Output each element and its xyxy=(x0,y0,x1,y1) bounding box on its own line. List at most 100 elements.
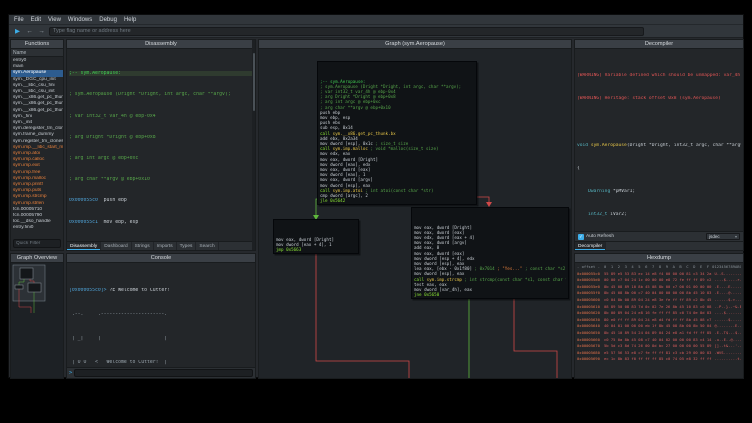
disassembly-line[interactable]: 0x000055c1 mov ebp, esp xyxy=(69,220,253,225)
console-line: | O O < Welcome to Cutter! | xyxy=(69,360,253,366)
disassembly-panel-title: Disassembly xyxy=(67,40,255,49)
decompiler-line[interactable]: [WARNING] Heritage: stack offset 0x8 (sy… xyxy=(577,96,741,102)
function-list-item[interactable]: sym.__x86.get_pc_thunk.bx xyxy=(11,101,63,107)
console-line: .--. .----------------------. xyxy=(69,312,253,318)
functions-name-column-header[interactable]: Name xyxy=(11,49,63,57)
menu-item[interactable]: Debug xyxy=(99,17,117,23)
hexdump-row[interactable]: 0x000055f0 8b 45 08 8b 00 c7 40 04 00 00… xyxy=(577,290,741,297)
decompiler-tab-bar: Decompiler xyxy=(575,241,743,250)
graph-overview-minimap xyxy=(11,263,63,378)
dock-tab[interactable]: Imports xyxy=(154,242,177,250)
hexdump-row[interactable]: 0x00005600 c0 04 8b 00 89 04 24 e8 3e fe… xyxy=(577,297,741,304)
hexdump-row[interactable]: 0x000055e0 8b 45 08 89 10 8b 45 08 8b 00… xyxy=(577,284,741,291)
decompiler-engine-value: jsdec xyxy=(709,234,720,239)
graph-node-true-branch[interactable]: mov eax, dword [Dright]mov dword [eax + … xyxy=(273,219,359,254)
graph-panel: Graph (sym.Aeropause) ;-- sym.Aeropause:… xyxy=(258,39,572,379)
decompiler-line[interactable]: Dwarning *pMVar1; xyxy=(577,189,741,195)
function-list-item[interactable]: entry.fini0 xyxy=(11,225,63,231)
hexdump-header-row: - offset - 0 1 2 3 4 5 6 7 8 9 A B C D E… xyxy=(577,264,741,271)
hexdump-row[interactable]: 0x00005680 e5 57 56 53 e8 c7 fe ff ff 81… xyxy=(577,350,741,357)
decompiler-line[interactable]: { xyxy=(577,166,741,172)
scrollbar-thumb[interactable] xyxy=(253,53,255,112)
functions-panel: Functions Name entry0mainsym.Aeropausesy… xyxy=(10,39,64,251)
graph-overview-panel: Graph Overview xyxy=(10,253,64,379)
hexdump-row[interactable]: 0x00005670 5b 5d c3 8d 74 26 00 8d bc 27… xyxy=(577,343,741,350)
decompiler-tab[interactable]: Decompiler xyxy=(575,242,606,250)
function-list-item[interactable]: sym.register_tm_clones xyxy=(11,139,63,145)
address-search-input[interactable] xyxy=(49,27,644,36)
disassembly-line[interactable]: ; arg Dright *Dright @ ebp+0x8 xyxy=(69,135,253,140)
console-panel: Console [0x000055c0]> ?E Welcome to Cutt… xyxy=(66,253,256,379)
graph-node-line: jle 0x5642 xyxy=(320,198,474,203)
back-arrow-icon[interactable]: ← xyxy=(25,27,34,36)
auto-refresh-checkbox[interactable]: ✓ xyxy=(578,234,584,240)
hexdump-row[interactable]: 0x00005690 ec 1c 8b 83 f0 ff ff ff 85 c0… xyxy=(577,356,741,363)
disassembly-line[interactable]: ; var int32_t var_4h @ ebp-0x4 xyxy=(69,114,253,119)
disassembly-line[interactable]: 0x000055c0 push ebp xyxy=(69,198,253,203)
desktop: File Edit View Windows Debug Help ▶ ← → Funct… xyxy=(0,0,752,423)
console-prompt: > xyxy=(69,370,72,376)
chevron-down-icon: ▾ xyxy=(735,234,737,239)
decompiler-code-view[interactable]: [WARNING] Variable defined which should … xyxy=(575,49,743,231)
decompiler-line[interactable] xyxy=(577,120,741,126)
functions-list: entry0mainsym.Aeropausesym._DGC_cpu_init… xyxy=(11,57,63,237)
menu-item[interactable]: Edit xyxy=(31,17,41,23)
hexdump-row[interactable]: 0x000055d0 00 00 c7 04 24 1c 00 00 00 e8… xyxy=(577,277,741,284)
continue-icon[interactable]: ▶ xyxy=(13,27,22,36)
graph-node-entry[interactable]: ;-- sym.Aeropause:; sym.Aeropause (Drigh… xyxy=(317,61,477,205)
console-input-row: > xyxy=(67,367,255,378)
decompiler-engine-select[interactable]: jsdec ▾ xyxy=(706,233,740,240)
toolbar: ▶ ← → xyxy=(9,25,743,38)
dock-tab[interactable]: Search xyxy=(196,242,218,250)
decompiler-line[interactable]: int32_t iVar2; xyxy=(577,212,741,218)
dock-tab[interactable]: Types xyxy=(177,242,197,250)
menu-item[interactable]: Windows xyxy=(68,17,92,23)
menu-item[interactable]: View xyxy=(48,17,61,23)
dock-area: Functions Name entry0mainsym.Aeropausesy… xyxy=(9,38,743,377)
menu-item[interactable]: File xyxy=(14,17,24,23)
disassembly-line[interactable]: ;-- sym.Aeropause: xyxy=(69,71,253,76)
decompiler-panel-title: Decompiler xyxy=(575,40,743,49)
disassembly-panel: Disassembly ;-- sym.Aeropause: ; sym.Aer… xyxy=(66,39,256,251)
hexdump-row[interactable]: 0x00005650 8b 45 10 89 54 24 04 89 04 24… xyxy=(577,330,741,337)
dock-tab[interactable]: Disassembly xyxy=(67,242,101,250)
graph-node-line: jmp 0x5663 xyxy=(276,247,356,252)
dock-tab-bar: DisassemblyDashboardStringsImportsTypesS… xyxy=(67,241,255,250)
graph-node-line: jne 0x5650 xyxy=(414,292,566,297)
hexdump-row[interactable]: 0x00005660 c0 75 0a 8b 45 08 c7 40 04 02… xyxy=(577,337,741,344)
hexdump-row[interactable]: 0x00005610 08 89 50 08 83 7d 0c 02 7e 26… xyxy=(577,304,741,311)
graph-canvas[interactable]: ;-- sym.Aeropause:; sym.Aeropause (Drigh… xyxy=(259,49,571,378)
hexdump-row[interactable]: 0x00005630 80 e0 ff ff 89 04 24 e8 d4 fd… xyxy=(577,317,741,324)
disassembly-view[interactable]: ;-- sym.Aeropause: ; sym.Aeropause (Drig… xyxy=(67,49,255,241)
console-output[interactable]: [0x000055c0]> ?E Welcome to Cutter! .--.… xyxy=(67,263,255,367)
hexdump-row[interactable]: 0x00005620 8b 00 89 04 24 e8 16 fe ff ff… xyxy=(577,310,741,317)
function-list-item[interactable]: sym._DGC_cpu_init xyxy=(11,77,63,83)
forward-arrow-icon[interactable]: → xyxy=(37,27,46,36)
hexdump-rows: 0x000055c0 55 89 e5 53 83 ec 14 e8 f4 00… xyxy=(577,271,741,363)
hexdump-row[interactable]: 0x00005640 40 04 01 00 00 00 eb 1f 8b 45… xyxy=(577,323,741,330)
decompiler-line[interactable]: [WARNING] Variable defined which should … xyxy=(577,73,741,79)
function-list-item[interactable]: sym.__x86.get_pc_thunk.dx xyxy=(11,108,63,114)
menu-item[interactable]: Help xyxy=(124,17,136,23)
console-panel-title: Console xyxy=(67,254,255,263)
hexdump-row[interactable]: 0x000055c0 55 89 e5 53 83 ec 14 e8 f4 00… xyxy=(577,271,741,278)
disassembly-line[interactable]: ; arg char **argv @ ebp+0x10 xyxy=(69,177,253,182)
decompiler-footer: ✓ Auto Refresh jsdec ▾ xyxy=(575,231,743,241)
functions-quick-filter-input[interactable] xyxy=(13,239,61,248)
cutter-window: File Edit View Windows Debug Help ▶ ← → Funct… xyxy=(8,14,744,378)
disassembly-line[interactable]: ; sym.Aeropause (Dright *Dright, int arg… xyxy=(69,92,253,97)
dock-tab[interactable]: Dashboard xyxy=(101,242,131,250)
hexdump-panel: Hexdump - offset - 0 1 2 3 4 5 6 7 8 9 A… xyxy=(574,253,744,379)
console-input[interactable] xyxy=(74,369,253,377)
disassembly-line[interactable]: ; arg int argc @ ebp+0xc xyxy=(69,156,253,161)
decompiler-panel: Decompiler [WARNING] Variable defined wh… xyxy=(574,39,744,251)
decompiler-line[interactable]: void sym.Aeropause(Dright *Dright, int32… xyxy=(577,143,741,149)
console-line: [0x000055c0]> ?E Welcome to Cutter! xyxy=(69,288,253,294)
hexdump-panel-title: Hexdump xyxy=(575,254,743,263)
disassembly-scrollbar[interactable] xyxy=(252,40,255,250)
hexdump-view[interactable]: - offset - 0 1 2 3 4 5 6 7 8 9 A B C D E… xyxy=(575,263,743,378)
dock-tab[interactable]: Strings xyxy=(132,242,154,250)
console-line: | _| | | xyxy=(69,336,253,342)
graph-overview-canvas[interactable] xyxy=(11,263,63,378)
graph-node-false-branch[interactable]: mov eax, dword [Dright]mov eax, dword [e… xyxy=(411,207,569,299)
